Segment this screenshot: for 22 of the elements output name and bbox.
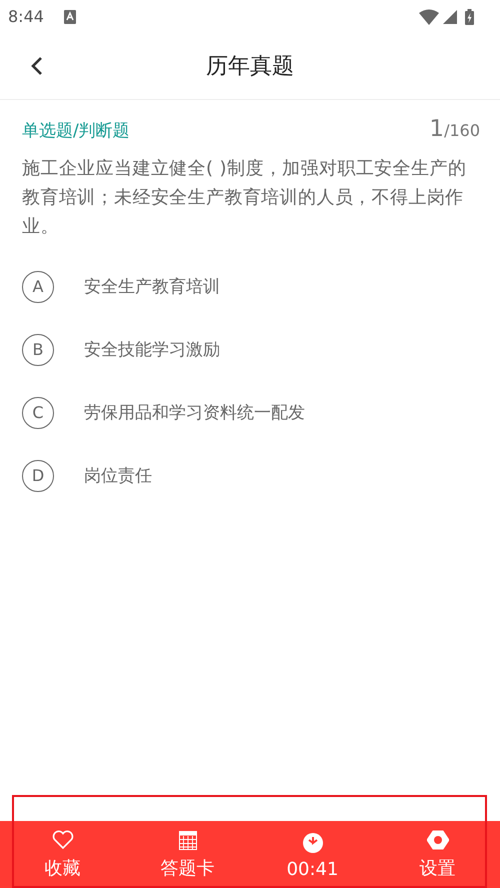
current-number: 1	[429, 116, 444, 142]
answer-option[interactable]: A 安全生产教育培训	[22, 255, 478, 318]
question-type: 单选题/判断题	[22, 120, 130, 142]
bottom-bar-item[interactable]: 00:41	[258, 821, 368, 888]
question-text: 施工企业应当建立健全( )制度，加强对职工安全生产的教育培训；未经安全生产教育培训的人员，不得上岗作业。	[22, 157, 468, 239]
bottom-bar-item[interactable]: 答题卡	[132, 821, 242, 888]
bottom-bar-item[interactable]: 设置	[382, 821, 492, 888]
total-count: /160	[444, 121, 480, 140]
heart-icon	[52, 830, 74, 850]
signal-icon	[443, 10, 457, 24]
answer-option[interactable]: B 安全技能学习激励	[22, 318, 478, 381]
bottom-bar-item[interactable]: 收藏	[8, 821, 118, 888]
settings-icon	[426, 830, 448, 850]
page-title: 历年真题	[206, 53, 294, 81]
back-icon[interactable]	[31, 56, 43, 76]
status-time: 8:44	[8, 7, 44, 26]
answer-option[interactable]: D 岗位责任	[22, 444, 478, 507]
battery-icon	[465, 8, 474, 24]
wifi-icon	[419, 8, 439, 24]
keyboard-icon	[64, 10, 76, 24]
grid-icon	[178, 831, 196, 850]
answer-option[interactable]: C 劳保用品和学习资料统一配发	[22, 381, 478, 444]
